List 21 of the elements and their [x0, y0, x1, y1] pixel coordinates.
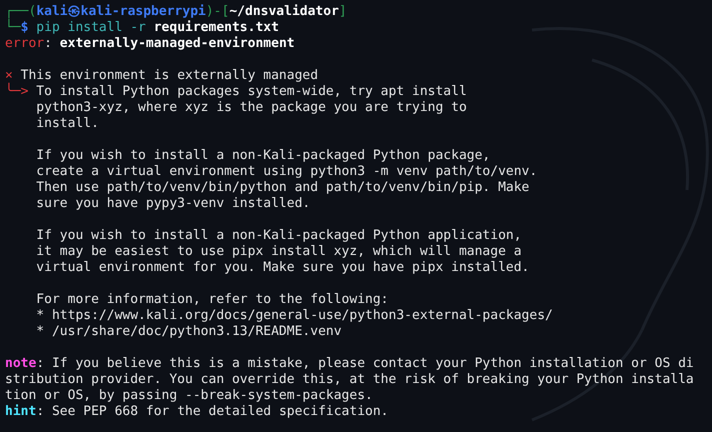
terminal-line: Then use path/to/venv/bin/python and path/to/venv/bin/pip. Make [35, 180, 530, 196]
terminal-line: × This environment is externally managed [5, 68, 318, 83]
terminal-line: sure you have pypy3-venv installed. [35, 196, 310, 212]
terminal-line: ┌──(kali㉿kali-raspberrypi)-[~/dnsvalidator] [5, 4, 347, 19]
terminal-line: For more information, refer to the following: [35, 292, 389, 308]
terminal-line: └─$ pip install -r requirements.txt [5, 20, 279, 36]
terminal-line: * https://www.kali.org/docs/general-use/python3-external-packages/ [35, 308, 553, 324]
terminal-line: python3-xyz, where xyz is the package you are trying to [35, 100, 467, 116]
terminal-line: stribution provider. You can override this, at the risk of breaking your Python installa [5, 372, 694, 388]
terminal-line: If you wish to install a non-Kali-packaged Python application, [35, 228, 522, 244]
terminal-line: If you wish to install a non-Kali-packaged Python package, [35, 148, 490, 164]
terminal-line: hint: See PEP 668 for the detailed specification. [5, 404, 389, 420]
terminal-line: virtual environment for you. Make sure you have pipx installed. [35, 260, 530, 276]
terminal-line: tion or OS, by passing --break-system-packages. [5, 388, 373, 404]
terminal-line: it may be easiest to use pipx install xyz, which will manage a [35, 244, 522, 260]
terminal-line: create a virtual environment using python3 -m venv path/to/venv. [35, 164, 538, 180]
terminal-line: * /usr/share/doc/python3.13/README.venv [35, 324, 342, 340]
terminal-line: note: If you believe this is a mistake, please contact your Python installation or OS di [5, 356, 694, 372]
terminal-line: error: externally-managed-environment [5, 36, 295, 52]
terminal-line: ╰─> To install Python packages system-wide, try apt install [5, 84, 467, 100]
terminal-line: install. [35, 116, 99, 132]
